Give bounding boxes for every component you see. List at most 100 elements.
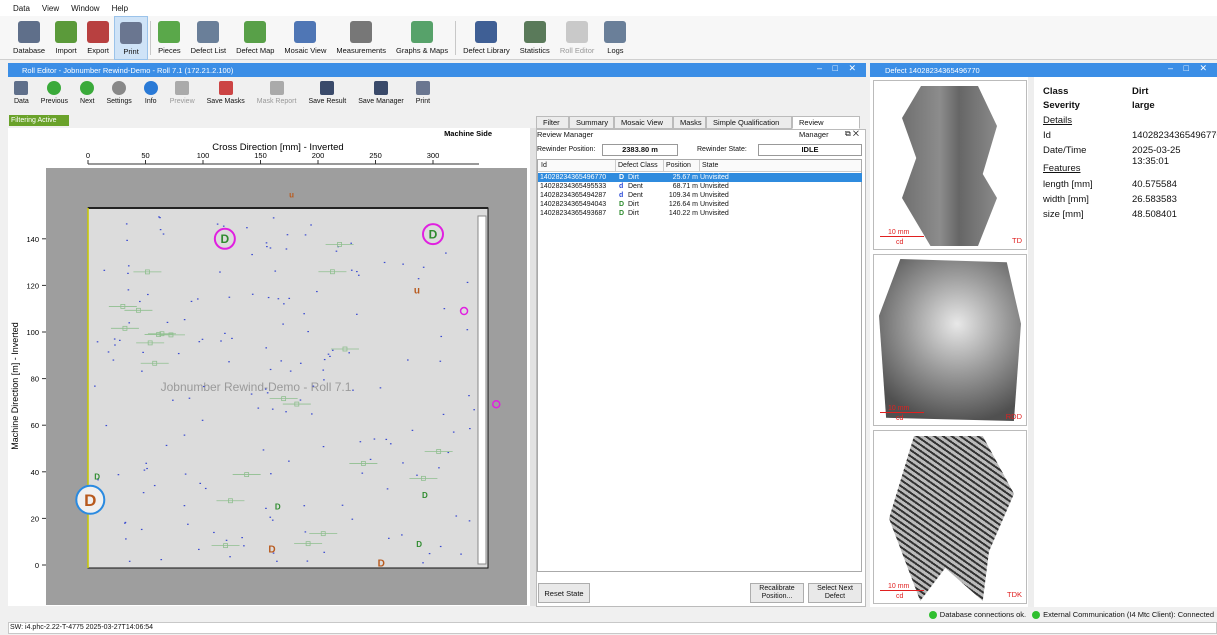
toolbar-label: Save Manager — [358, 98, 404, 105]
float-close-icon[interactable]: ⧉ ✕ — [845, 129, 859, 139]
defect-map-chart[interactable]: Machine SideCross Direction [mm] - Inver… — [8, 128, 530, 606]
recalibrate-position-button[interactable]: Recalibrate Position... — [750, 583, 804, 603]
ribbon-statistics-button[interactable]: Statistics — [515, 16, 555, 60]
toolbar-info-button[interactable]: Info — [138, 77, 164, 105]
defect-image-rdd[interactable]: 10 mm cd RDD — [873, 254, 1027, 426]
logs-icon — [604, 21, 627, 43]
severity-value: large — [1132, 100, 1155, 111]
ribbon-export-button[interactable]: Export — [82, 16, 114, 60]
review-table-row[interactable]: 14028234365495533 d Dent 68.71 m Unvisited — [538, 182, 862, 191]
defect-marker[interactable]: D — [268, 544, 275, 555]
toolbar-previous-button[interactable]: Previous — [35, 77, 74, 105]
ribbon-import-button[interactable]: Import — [50, 16, 82, 60]
ribbon-defect-library-button[interactable]: Defect Library — [458, 16, 515, 60]
ribbon-label: Import — [55, 46, 77, 55]
ribbon-measurements-button[interactable]: Measurements — [331, 16, 391, 60]
ribbon-mosaic-view-button[interactable]: Mosaic View — [279, 16, 331, 60]
defect-marker[interactable]: D — [84, 491, 96, 510]
menu-view[interactable]: View — [42, 4, 59, 13]
tab-simple-qualification[interactable]: Simple Qualification — [706, 116, 792, 129]
minor-defect-mark — [225, 539, 228, 541]
review-table-row[interactable]: 14028234365496770 D Dirt 25.67 m Unvisited — [538, 173, 862, 182]
minor-defect-mark — [316, 290, 318, 293]
ribbon-roll-editor-button[interactable]: Roll Editor — [555, 16, 600, 60]
defect-image-td[interactable]: 10 mm cd TD — [873, 80, 1027, 250]
graphs-maps-icon — [411, 21, 434, 43]
toolbar-save-masks-button[interactable]: Save Masks — [201, 77, 251, 105]
menu-help[interactable]: Help — [112, 4, 128, 13]
col-defect-class[interactable]: Defect Class — [615, 160, 658, 172]
toolbar-save-manager-button[interactable]: Save Manager — [352, 77, 410, 105]
rewinder-state-label: Rewinder State: — [697, 146, 747, 153]
roll-editor-titlebar[interactable]: Roll Editor - Jobnumber Rewind-Demo - Ro… — [8, 63, 866, 77]
row-id: 14028234365495533 — [540, 183, 607, 190]
review-table-row[interactable]: 14028234365493687 D Dirt 140.22 m Unvisited — [538, 209, 862, 218]
minor-defect-mark — [323, 379, 325, 381]
toolbar-preview-button[interactable]: Preview — [164, 77, 201, 105]
minor-defect-mark — [276, 560, 278, 562]
defect-marker[interactable]: D — [275, 503, 281, 512]
minor-defect-mark — [466, 281, 469, 284]
minor-defect-mark — [379, 387, 382, 389]
toolbar-print-small-button[interactable]: Print — [410, 77, 436, 105]
ribbon-database-button[interactable]: Database — [8, 16, 50, 60]
minor-defect-mark — [385, 438, 388, 441]
defect-marker[interactable]: u — [289, 190, 294, 199]
rewinder-state-value: IDLE — [758, 144, 862, 156]
minor-defect-mark — [265, 347, 268, 349]
review-manager-title: Review Manager — [537, 130, 594, 139]
tab-summary[interactable]: Summary — [569, 116, 614, 129]
tab-filter[interactable]: Filter — [536, 116, 569, 129]
row-class-code: D — [619, 174, 625, 181]
minor-defect-mark — [142, 492, 145, 494]
ribbon-defect-list-button[interactable]: Defect List — [186, 16, 231, 60]
toolbar-save-result-button[interactable]: Save Result — [302, 77, 352, 105]
tab-review-manager[interactable]: Review Manager — [792, 116, 860, 139]
roll-editor-toolbar: Data Previous Next Settings Info Preview Save … — [8, 77, 528, 115]
ribbon-graphs-maps-button[interactable]: Graphs & Maps — [391, 16, 453, 60]
toolbar-data-button[interactable]: Data — [8, 77, 35, 105]
vertical-scrollbar[interactable] — [477, 215, 487, 565]
defect-marker[interactable]: u — [414, 286, 420, 297]
col-position[interactable]: Position — [663, 160, 691, 172]
minor-defect-mark — [452, 431, 455, 433]
minor-defect-mark — [350, 242, 353, 244]
tab-mosaic-view[interactable]: Mosaic View — [614, 116, 673, 129]
col-id[interactable]: Id — [541, 160, 547, 172]
defect-splitter[interactable] — [1028, 77, 1034, 607]
defect-marker[interactable]: D — [429, 227, 438, 241]
defect-window-titlebar[interactable]: Defect 14028234365496770 – □ ✕ — [870, 63, 1217, 77]
review-table-row[interactable]: 14028234365494287 d Dent 109.34 m Unvisited — [538, 191, 862, 200]
tab-masks[interactable]: Masks — [673, 116, 706, 129]
ribbon-defect-map-button[interactable]: Defect Map — [231, 16, 279, 60]
toolbar-mask-report-button[interactable]: Mask Report — [251, 77, 303, 105]
size-value: 48.508401 — [1132, 209, 1177, 220]
select-next-defect-button[interactable]: Select Next Defect — [808, 583, 862, 603]
minor-defect-mark — [96, 341, 99, 343]
ribbon-pieces-button[interactable]: Pieces — [153, 16, 186, 60]
defect-marker[interactable]: D — [422, 491, 428, 500]
ribbon-logs-button[interactable]: Logs — [599, 16, 631, 60]
defect-marker[interactable]: D — [416, 540, 422, 549]
reset-state-button[interactable]: Reset State — [538, 583, 590, 603]
menu-window[interactable]: Window — [71, 4, 99, 13]
save-manager-icon — [373, 81, 388, 95]
review-table-row[interactable]: 14028234365494043 D Dirt 126.64 m Unvisited — [538, 200, 862, 209]
col-state[interactable]: State — [699, 160, 718, 172]
toolbar-settings-button[interactable]: Settings — [100, 77, 137, 105]
ribbon-label: Statistics — [519, 46, 550, 55]
roll-editor-window-controls[interactable]: – □ ✕ — [817, 63, 860, 74]
minor-defect-mark — [270, 473, 272, 475]
ribbon-print-button[interactable]: Print — [114, 16, 149, 60]
defect-image-tdk[interactable]: 10 mm cd TDK — [873, 430, 1027, 604]
defect-marker[interactable]: D — [378, 558, 385, 569]
minor-defect-mark — [203, 385, 205, 388]
mosaic-view-icon — [294, 21, 317, 43]
toolbar-next-button[interactable]: Next — [74, 77, 100, 105]
defect-window-controls[interactable]: – □ ✕ — [1168, 63, 1211, 74]
defect-marker[interactable]: D — [94, 472, 100, 481]
defect-marker[interactable]: D — [221, 232, 230, 246]
minor-defect-mark — [306, 560, 309, 562]
minor-defect-mark — [127, 289, 130, 291]
menu-data[interactable]: Data — [13, 4, 30, 13]
